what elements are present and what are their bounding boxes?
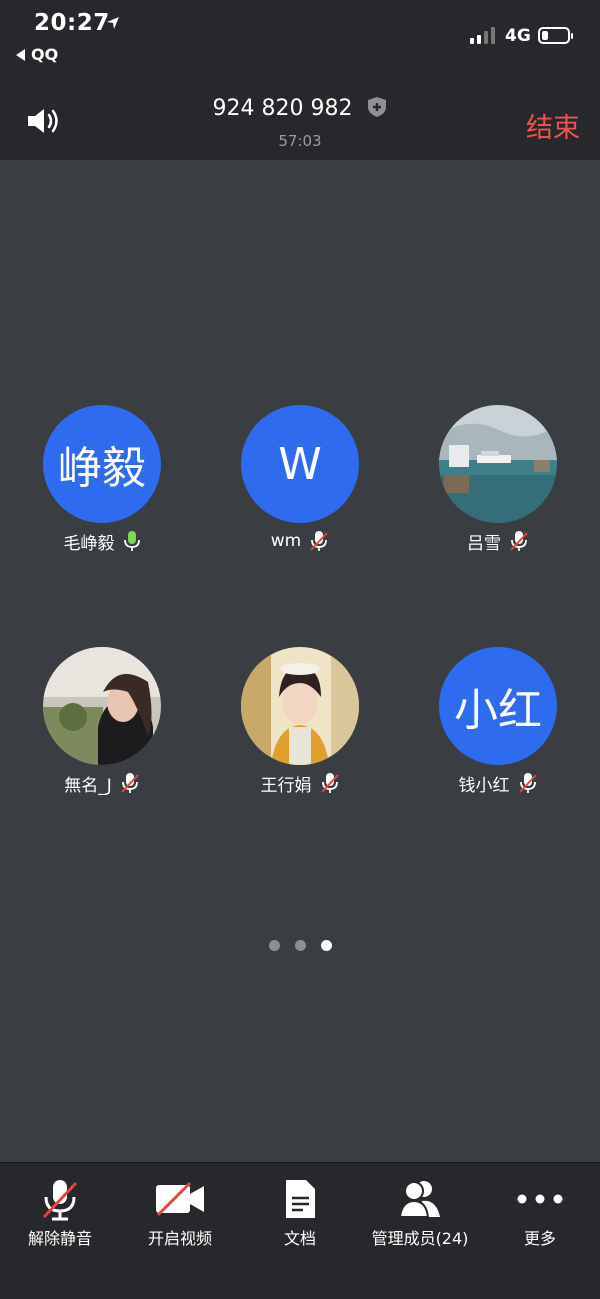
harbor-photo xyxy=(439,405,557,523)
docs-button[interactable]: 文档 xyxy=(240,1163,360,1299)
participant-name: 無名_J xyxy=(64,775,112,796)
start-video-button[interactable]: 开启视频 xyxy=(120,1163,240,1299)
avatar-photo-girl xyxy=(241,647,359,765)
status-time: 20:27 xyxy=(34,10,110,36)
page-dot-active[interactable] xyxy=(320,940,332,951)
top-bar: 20:27 QQ 4G 924 820 982 57:03 结束 xyxy=(0,0,600,160)
participant-tile[interactable]: 峥毅 毛峥毅 xyxy=(2,405,202,554)
page-indicator[interactable] xyxy=(0,940,600,951)
avatar: 小红 xyxy=(439,647,557,765)
mic-on-icon xyxy=(123,531,140,551)
page-dot[interactable] xyxy=(294,940,306,951)
avatar-photo-woman xyxy=(43,647,161,765)
meeting-id: 924 820 982 xyxy=(0,96,600,121)
back-to-app-link[interactable]: QQ xyxy=(16,45,58,64)
avatar-photo-harbor xyxy=(439,405,557,523)
avatar-initials: 小红 xyxy=(454,685,542,736)
end-meeting-button[interactable]: 结束 xyxy=(526,106,580,145)
unmute-button[interactable]: 解除静音 xyxy=(0,1163,120,1299)
video-off-icon xyxy=(156,1181,204,1217)
back-app-label: QQ xyxy=(31,45,59,64)
mic-muted-icon xyxy=(510,531,528,551)
avatar-initials: W xyxy=(278,438,322,490)
meeting-id-text: 924 820 982 xyxy=(212,96,353,121)
location-arrow-icon xyxy=(107,17,119,29)
docs-label: 文档 xyxy=(283,1229,316,1248)
security-shield-icon[interactable] xyxy=(367,96,387,118)
participant-name: wm xyxy=(270,531,302,551)
participant-tile[interactable]: 無名_J xyxy=(2,647,202,796)
participant-tile[interactable]: 吕雪 xyxy=(398,405,598,554)
participant-name: 王行娟 xyxy=(260,775,312,796)
members-icon xyxy=(398,1181,440,1218)
mic-muted-icon xyxy=(42,1180,78,1221)
signal-strength-icon xyxy=(470,26,495,44)
meeting-duration: 57:03 xyxy=(278,132,322,150)
avatar: W xyxy=(241,405,359,523)
manage-members-button[interactable]: 管理成员(24) xyxy=(360,1163,480,1299)
manage-members-label: 管理成员(24) xyxy=(371,1229,469,1248)
participant-tile[interactable]: 小红 钱小红 xyxy=(398,647,598,796)
participant-tile[interactable]: 王行娟 xyxy=(200,647,400,796)
participant-name: 钱小红 xyxy=(458,775,510,796)
document-icon xyxy=(286,1180,315,1218)
more-label: 更多 xyxy=(523,1229,556,1248)
battery-icon xyxy=(538,27,573,44)
mic-muted-icon xyxy=(310,531,328,551)
unmute-label: 解除静音 xyxy=(27,1229,92,1248)
participant-tile[interactable]: W wm xyxy=(200,405,400,553)
participant-name: 毛峥毅 xyxy=(63,533,115,554)
participant-name: 吕雪 xyxy=(467,533,501,554)
more-dots-icon xyxy=(517,1194,563,1204)
page-dot[interactable] xyxy=(268,940,280,951)
mic-muted-icon xyxy=(320,773,339,793)
mic-muted-icon xyxy=(121,773,139,793)
woman-photo xyxy=(43,647,161,765)
network-type: 4G xyxy=(505,26,531,46)
mic-muted-icon xyxy=(518,773,537,793)
start-video-label: 开启视频 xyxy=(147,1229,212,1248)
girl-photo xyxy=(241,647,359,765)
bottom-toolbar: 解除静音 开启视频 文档 管理成员(24) 更多 xyxy=(0,1162,600,1299)
more-button[interactable]: 更多 xyxy=(480,1163,600,1299)
avatar: 峥毅 xyxy=(43,405,161,523)
avatar-initials: 峥毅 xyxy=(58,443,146,494)
back-triangle-icon xyxy=(16,48,25,61)
